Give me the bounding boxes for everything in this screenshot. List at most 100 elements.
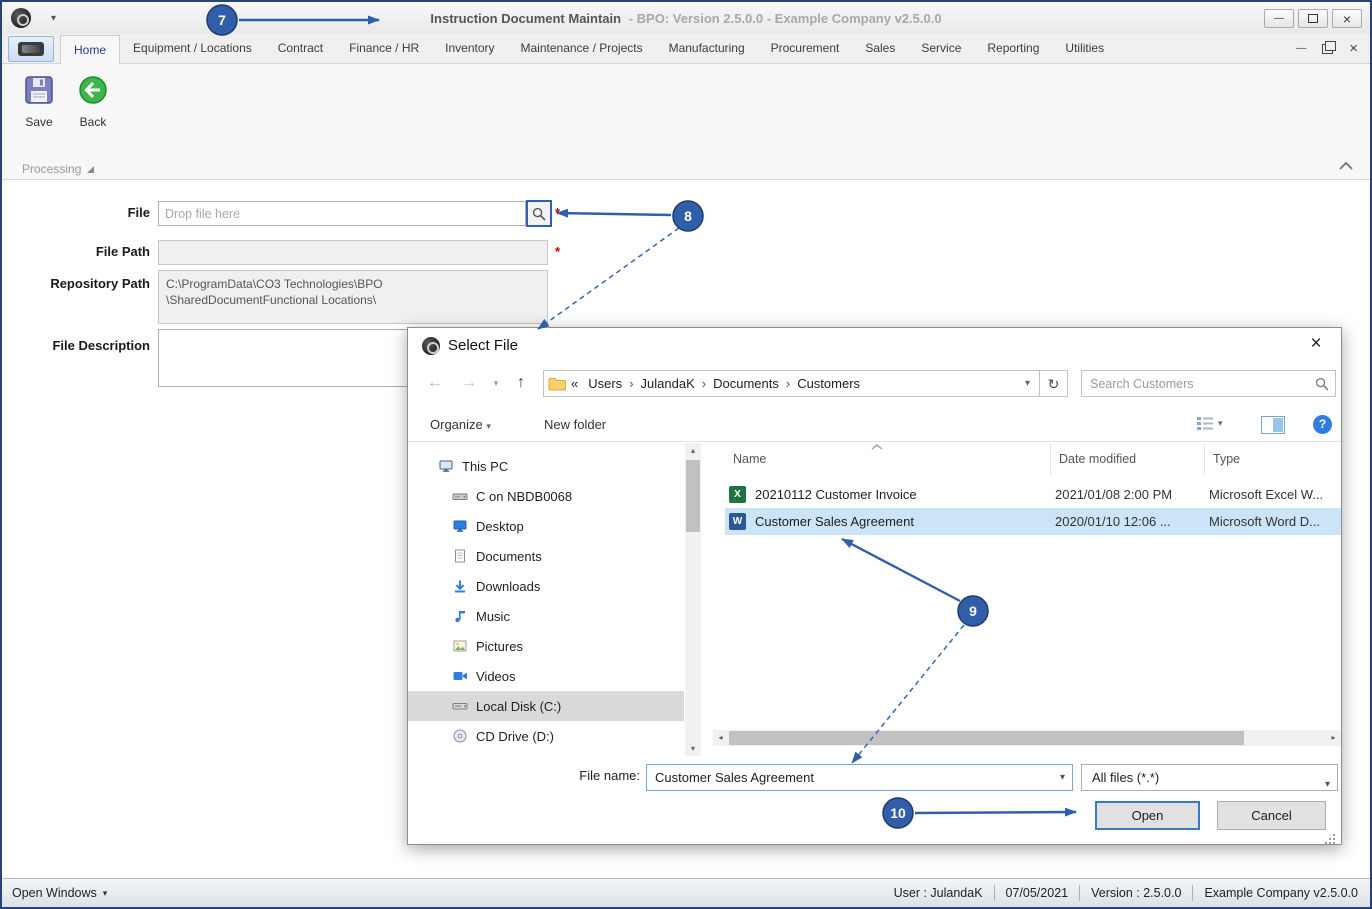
file-list-header: Name Date modified Type [701,443,1341,475]
sidebar-item-desktop[interactable]: Desktop [408,511,684,541]
maximize-button[interactable] [1298,9,1328,28]
file-name: Customer Sales Agreement [755,514,914,529]
tab-manufacturing[interactable]: Manufacturing [656,34,758,63]
scroll-up-icon[interactable]: ▴ [685,443,701,458]
back-arrow-icon [79,76,107,104]
sidebar-item-cd-drive-d[interactable]: CD Drive (D:) [408,721,684,751]
tab-utilities[interactable]: Utilities [1052,34,1117,63]
sidebar-item-music[interactable]: Music [408,601,684,631]
refresh-button[interactable]: ↻ [1040,370,1068,397]
bpo-logo-button[interactable] [8,36,54,62]
videos-icon [453,672,467,680]
sidebar-item-videos[interactable]: Videos [408,661,684,691]
preview-pane-button[interactable] [1261,416,1285,434]
collapse-ribbon-icon[interactable] [1338,161,1354,171]
breadcrumb-item-customers[interactable]: Customers [792,376,865,391]
file-description-label: File Description [52,338,150,353]
scroll-right-icon[interactable]: ▸ [1326,730,1341,746]
file-row-customer-sales-agreement[interactable]: W Customer Sales Agreement 2020/01/10 12… [725,508,1341,535]
file-row-customer-invoice[interactable]: X 20210112 Customer Invoice 2021/01/08 2… [725,481,1341,508]
save-button[interactable]: Save [14,74,64,129]
file-list-horizontal-scrollbar[interactable]: ◂ ▸ [713,730,1341,746]
help-button[interactable]: ? [1313,415,1332,434]
address-dropdown-caret-icon[interactable]: ▾ [1020,378,1035,389]
nav-back-button[interactable]: ← [422,366,448,400]
group-dialog-launcher-icon[interactable] [87,165,95,173]
file-input[interactable] [158,201,526,226]
column-header-name[interactable]: Name [725,443,1051,475]
search-box[interactable] [1081,370,1336,397]
breadcrumb-item-documents[interactable]: Documents [708,376,784,391]
column-header-type[interactable]: Type [1205,443,1335,475]
ribbon-tab-row: Home Equipment / Locations Contract Fina… [2,34,1370,64]
sidebar-item-this-pc[interactable]: This PC [408,451,684,481]
scroll-left-icon[interactable]: ◂ [713,730,728,746]
dialog-toolbar: Organize ▾ New folder ▾ ? [408,408,1341,442]
tab-service[interactable]: Service [908,34,974,63]
sidebar-item-c-on-nbdb0068[interactable]: C on NBDB0068 [408,481,684,511]
breadcrumb-item-julandak[interactable]: JulandaK [636,376,700,391]
nav-up-button[interactable]: ↑ [508,366,534,400]
sidebar-scrollbar[interactable]: ▴ ▾ [685,443,701,756]
tab-home[interactable]: Home [60,35,121,64]
open-windows-dropdown[interactable]: Open Windows ▾ [12,886,107,900]
scroll-down-icon[interactable]: ▾ [685,741,701,756]
network-drive-icon [452,493,468,500]
open-button[interactable]: Open [1095,801,1200,830]
tab-equipment-locations[interactable]: Equipment / Locations [120,34,265,63]
search-input[interactable] [1082,371,1335,396]
ribbon-group-processing: Processing [22,162,95,176]
minimize-button[interactable]: — [1264,9,1294,28]
back-button[interactable]: Back [68,74,118,129]
status-info: User : JulandaK 07/05/2021 Version : 2.5… [894,885,1358,901]
app-logo-icon[interactable] [11,8,31,28]
scrollbar-thumb[interactable] [729,731,1244,745]
file-required-marker: * [555,205,561,220]
organize-button[interactable]: Organize ▾ [430,408,491,442]
tab-maintenance-projects[interactable]: Maintenance / Projects [508,34,656,63]
pictures-icon [453,640,467,652]
cancel-button[interactable]: Cancel [1217,801,1326,830]
file-name-combo[interactable]: ▾ [646,764,1073,791]
sidebar-label: Local Disk (C:) [476,698,562,714]
chevron-down-icon[interactable]: ▾ [1060,772,1065,783]
tab-reporting[interactable]: Reporting [974,34,1052,63]
dialog-title-bar: Select File × [408,328,1341,364]
mdi-minimize-button[interactable]: — [1296,43,1306,54]
dialog-close-button[interactable]: × [1303,333,1329,355]
change-view-button[interactable]: ▾ [1196,415,1223,431]
nav-history-caret-icon[interactable]: ▾ [488,366,504,400]
word-file-icon: W [729,513,746,530]
view-caret-icon: ▾ [1218,417,1223,428]
tab-sales[interactable]: Sales [852,34,908,63]
tab-procurement[interactable]: Procurement [758,34,853,63]
nav-forward-button[interactable]: → [456,366,482,400]
new-folder-button[interactable]: New folder [544,408,606,442]
mdi-restore-button[interactable] [1322,40,1337,54]
sidebar-item-documents[interactable]: Documents [408,541,684,571]
ribbon-group-label: Processing [22,162,82,176]
excel-file-icon: X [729,486,746,503]
sidebar-item-pictures[interactable]: Pictures [408,631,684,661]
breadcrumb-overflow[interactable]: « [566,376,583,391]
tab-finance-hr[interactable]: Finance / HR [336,34,432,63]
close-button[interactable]: × [1332,9,1362,28]
tab-inventory[interactable]: Inventory [432,34,507,63]
file-name-input[interactable] [647,765,1072,790]
file-search-button[interactable] [526,200,552,227]
resize-grip[interactable] [1333,834,1335,836]
window-title-main: Instruction Document Maintain [430,10,622,26]
scrollbar-thumb[interactable] [686,460,700,532]
sidebar-label: CD Drive (D:) [476,728,554,744]
tab-contract[interactable]: Contract [265,34,336,63]
breadcrumb-item-users[interactable]: Users [583,376,627,391]
file-type-select[interactable]: All files (*.*) ▾ [1081,764,1338,791]
sidebar-label: Videos [476,668,516,684]
sort-ascending-icon [871,444,883,450]
mdi-close-button[interactable]: × [1349,40,1358,57]
column-header-date-modified[interactable]: Date modified [1051,443,1205,475]
quick-access-caret-icon[interactable]: ▾ [51,13,56,24]
sidebar-item-downloads[interactable]: Downloads [408,571,684,601]
sidebar-item-local-disk-c[interactable]: Local Disk (C:) [408,691,684,721]
status-date: 07/05/2021 [1005,886,1069,900]
